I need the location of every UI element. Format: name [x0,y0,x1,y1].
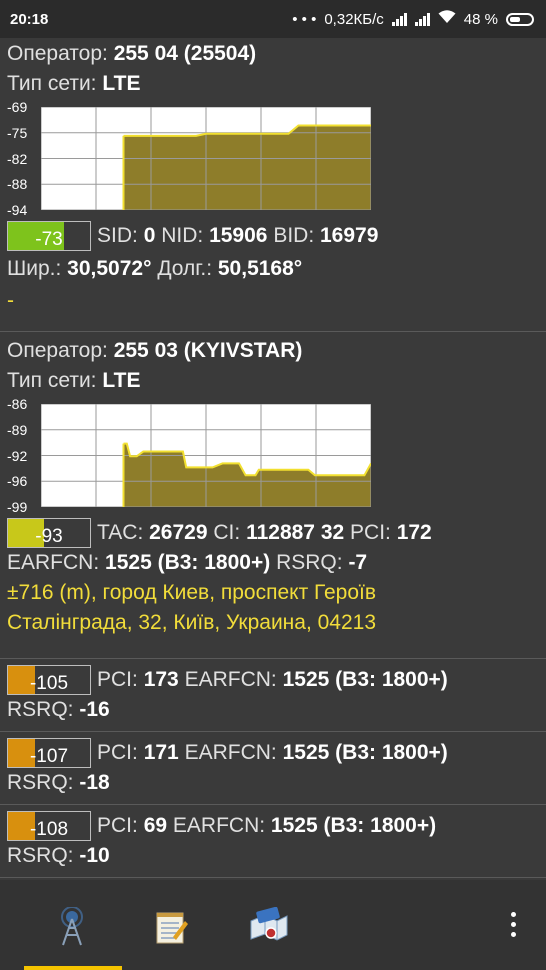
tac-value: 26729 [149,521,208,544]
earfcn-value: 1525 (B3: 1800+) [282,668,448,691]
bid-value: 16979 [320,224,379,247]
signal-level-bar: -107 [7,738,91,769]
pci-value: 171 [143,741,179,764]
bottom-navigation [0,880,546,970]
chart-plot [41,107,371,210]
signal-history-chart: -69 -75 -82 -88 -94 [7,99,539,218]
signal-level-value: -107 [29,746,69,768]
operator-value: 255 04 (25504) [113,42,257,65]
status-net-speed: 0,32КБ/с [324,10,384,28]
cell-tower-icon [61,907,83,946]
earfcn-row: EARFCN: 1525 (B3: 1800+) RSRQ: -7 [7,551,368,575]
status-right: • • • 0,32КБ/с 48 % [292,10,534,28]
cell-list[interactable]: Оператор: 255 04 (25504) Тип сети: LTE -… [0,38,546,878]
rsrq-value: -18 [79,771,110,795]
map-icon [250,907,288,941]
coordinates-row: Шир.: 30,5072° Долг.: 50,5168° [7,257,303,281]
operator-row: Оператор: 255 04 (25504) [7,42,257,65]
network-type-value: LTE [102,72,141,95]
series-area [123,125,371,210]
ci-value: 112887 32 [246,521,345,544]
y-tick-label: -99 [7,499,28,515]
status-time: 20:18 [10,10,49,28]
neighbor-cell-3[interactable]: -108 PCI: 69 EARFCN: 1525 (B3: 1800+) RS… [0,805,546,878]
signal-level-bar: -108 [7,811,91,842]
notepad-icon [156,912,188,944]
sid-value: 0 [143,224,156,247]
earfcn-value: 1525 (B3: 1800+) [282,741,448,764]
y-tick-label: -94 [7,202,28,218]
y-tick-label: -69 [7,99,28,115]
earfcn-value: 1525 (B3: 1800+) [105,551,271,575]
y-tick-label: -82 [7,150,28,167]
wifi-icon [438,10,456,28]
more-options-icon[interactable] [505,912,521,942]
longitude-value: 50,5168° [217,257,303,281]
address-value: - [7,289,14,313]
rsrq-value: -7 [348,551,368,575]
signal-strength-icon-2 [414,12,430,26]
operator-row: Оператор: 255 03 (KYIVSTAR) [7,339,303,362]
nid-value: 15906 [209,224,268,247]
nav-log[interactable] [146,902,196,952]
y-tick-label: -92 [7,447,28,464]
latitude-value: 30,5072° [67,257,152,281]
earfcn-value: 1525 (B3: 1800+) [270,814,437,837]
signal-history-chart: -86 -89 -92 -96 -99 [7,396,539,515]
y-tick-label: -86 [7,396,28,412]
signal-level-value: -93 [35,526,63,548]
signal-level-bar: -73 [7,221,91,252]
chart-plot [41,404,371,507]
pci-value: 69 [143,814,168,837]
battery-icon [506,12,534,26]
network-type-value: LTE [102,369,141,392]
signal-row: -93 TAC: 26729 CI: 112887 32 PCI: 172 [7,518,539,549]
network-type-row: Тип сети: LTE [7,72,141,95]
signal-row: -73 SID: 0 NID: 15906 BID: 16979 [7,221,539,252]
rsrq-value: -10 [79,844,110,868]
battery-percent: 48 % [463,10,498,28]
signal-level-bar: -105 [7,665,91,696]
cell-card-serving-1[interactable]: Оператор: 255 04 (25504) Тип сети: LTE -… [0,38,546,332]
y-tick-label: -96 [7,473,28,490]
signal-level-value: -105 [29,673,69,695]
y-tick-label: -89 [7,421,28,438]
pci-value: 172 [396,521,432,544]
status-dots: • • • [292,10,317,28]
nav-map[interactable] [244,902,294,952]
y-tick-label: -88 [7,176,28,193]
address-line-1: ±716 (m), город Киев, проспект Героїв [7,581,377,605]
nav-active-indicator [24,966,122,970]
address-line-2: Сталінграда, 32, Київ, Украина, 04213 [7,611,377,635]
status-bar: 20:18 • • • 0,32КБ/с 48 % [0,0,546,38]
cell-card-serving-2[interactable]: Оператор: 255 03 (KYIVSTAR) Тип сети: LT… [0,332,546,659]
y-tick-label: -75 [7,124,28,141]
signal-level-value: -108 [29,819,69,841]
neighbor-cell-1[interactable]: -105 PCI: 173 EARFCN: 1525 (B3: 1800+) R… [0,659,546,732]
signal-level-bar: -93 [7,518,91,549]
network-type-row: Тип сети: LTE [7,369,141,392]
pci-value: 173 [143,668,179,691]
neighbor-cell-2[interactable]: -107 PCI: 171 EARFCN: 1525 (B3: 1800+) R… [0,732,546,805]
operator-value: 255 03 (KYIVSTAR) [113,339,303,362]
nav-cell-tower[interactable] [47,902,97,952]
rsrq-value: -16 [79,698,110,722]
signal-level-value: -73 [35,229,63,251]
signal-strength-icon [391,12,407,26]
